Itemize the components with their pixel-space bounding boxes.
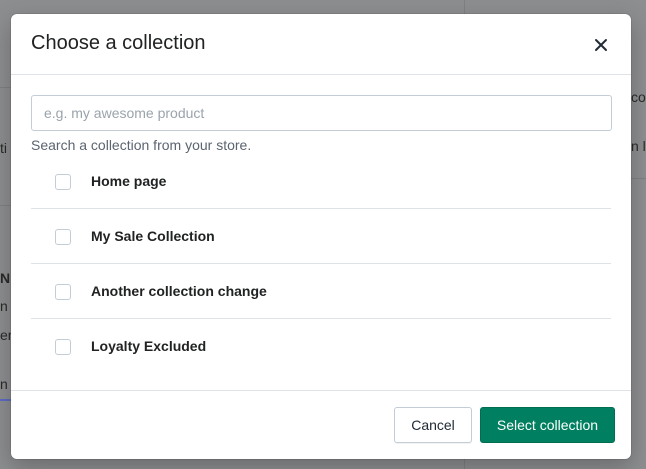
close-icon bbox=[595, 39, 607, 51]
background-divider bbox=[0, 87, 11, 88]
background-text: n l bbox=[631, 138, 646, 154]
collection-item-home-page[interactable]: Home page bbox=[31, 154, 611, 209]
collection-label: Home page bbox=[91, 173, 167, 189]
collection-checkbox[interactable] bbox=[55, 339, 71, 355]
collection-search-input[interactable] bbox=[31, 95, 612, 131]
background-divider bbox=[0, 399, 11, 401]
collection-label: Loyalty Excluded bbox=[91, 338, 207, 354]
close-button[interactable] bbox=[589, 33, 613, 57]
collection-item-loyalty-excluded[interactable]: Loyalty Excluded bbox=[31, 319, 611, 374]
collection-checkbox[interactable] bbox=[55, 229, 71, 245]
collection-checkbox[interactable] bbox=[55, 174, 71, 190]
cancel-button[interactable]: Cancel bbox=[394, 407, 472, 443]
collection-item-another-collection-change[interactable]: Another collection change bbox=[31, 264, 611, 319]
collection-item-my-sale-collection[interactable]: My Sale Collection bbox=[31, 209, 611, 264]
background-text: co bbox=[631, 89, 646, 105]
collection-checkbox[interactable] bbox=[55, 284, 71, 300]
collection-label: My Sale Collection bbox=[91, 228, 215, 244]
background-divider bbox=[0, 205, 11, 206]
modal-title: Choose a collection bbox=[31, 32, 206, 54]
search-help-text: Search a collection from your store. bbox=[31, 137, 252, 153]
background-text: N bbox=[0, 270, 11, 286]
modal-header: Choose a collection bbox=[11, 14, 631, 75]
collection-label: Another collection change bbox=[91, 283, 267, 299]
select-collection-button[interactable]: Select collection bbox=[480, 407, 615, 443]
background-text: ti bbox=[0, 140, 7, 156]
background-text: n bbox=[0, 376, 8, 392]
modal-footer: Cancel Select collection bbox=[11, 390, 631, 459]
collection-list: Home page My Sale Collection Another col… bbox=[31, 154, 611, 374]
choose-collection-modal: Choose a collection Search a collection … bbox=[11, 14, 631, 459]
